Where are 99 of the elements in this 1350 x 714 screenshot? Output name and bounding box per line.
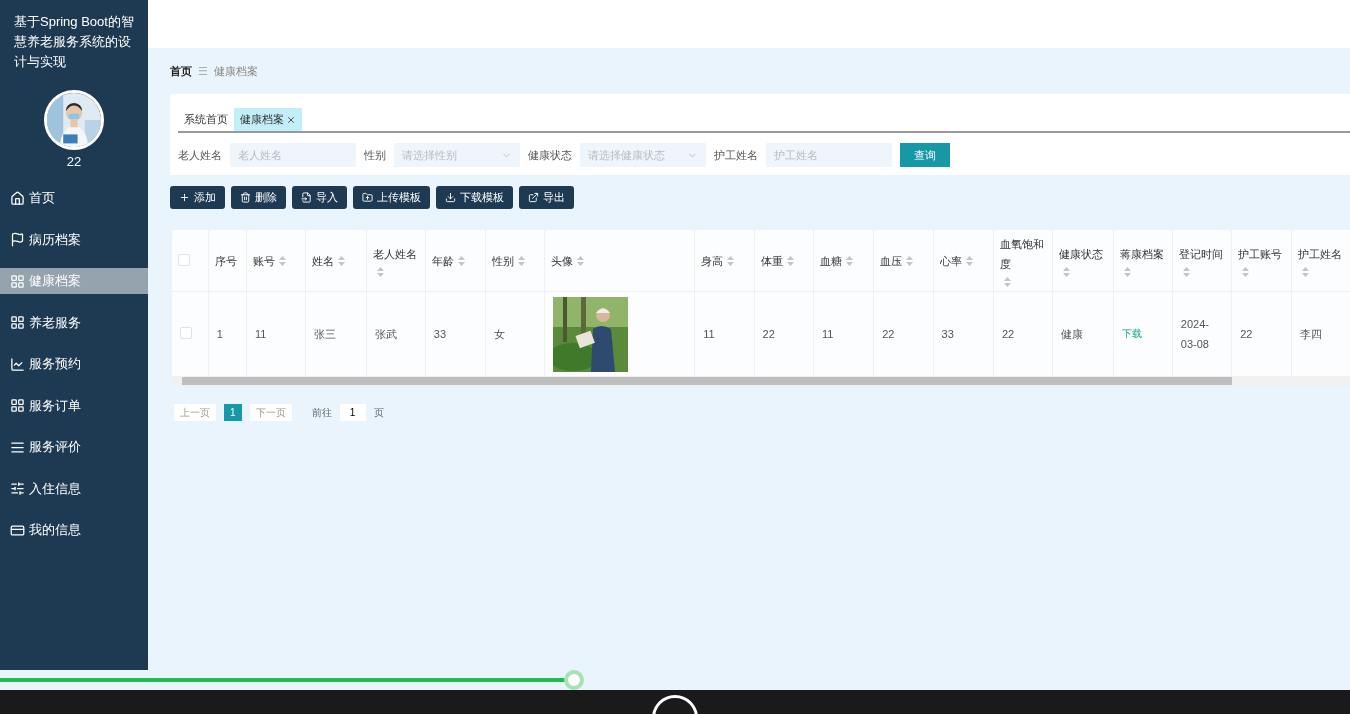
- username: 22: [66, 154, 82, 169]
- sort-icon[interactable]: [965, 255, 973, 266]
- plus-icon: [179, 192, 190, 203]
- sort-icon[interactable]: [577, 255, 585, 266]
- page-input[interactable]: 1: [339, 404, 366, 421]
- list-icon: [10, 439, 25, 455]
- breadcrumb-separator: ☰: [198, 65, 208, 78]
- table-cell: 女: [494, 328, 506, 340]
- home-icon: [10, 190, 25, 206]
- page-suffix: 页: [373, 405, 384, 420]
- column-header: 账号: [252, 253, 275, 269]
- import-icon: [301, 192, 312, 203]
- filter-label: 健康状态: [528, 147, 572, 163]
- sidebar-item[interactable]: 服务评价: [0, 434, 148, 460]
- app-title: 基于Spring Boot的智慧养老服务系统的设计与实现: [13, 13, 135, 71]
- sidebar-item[interactable]: 我的信息: [0, 517, 148, 543]
- column-header: 血糖: [819, 253, 842, 269]
- column-header: 血氧饱和度: [999, 237, 1045, 273]
- table-cell: 1: [216, 328, 223, 340]
- column-header: 身高: [701, 253, 724, 269]
- sort-icon[interactable]: [278, 255, 286, 266]
- column-header: 老人姓名: [372, 247, 417, 263]
- sidebar-item[interactable]: 养老服务: [0, 309, 148, 336]
- table-cell: 张武: [374, 328, 397, 340]
- card-icon: [10, 522, 25, 538]
- column-header: 序号: [214, 253, 237, 269]
- sort-icon[interactable]: [338, 255, 346, 266]
- tab[interactable]: 系统首页: [178, 108, 234, 131]
- sort-icon[interactable]: [1242, 266, 1250, 277]
- download-icon: [445, 192, 456, 203]
- grid-icon: [10, 273, 25, 289]
- sort-icon[interactable]: [457, 255, 465, 266]
- export-icon: [528, 192, 539, 203]
- action-button[interactable]: 导入: [292, 186, 347, 209]
- table-cell: 健康: [1061, 328, 1084, 340]
- scrollbar[interactable]: [172, 376, 1350, 386]
- action-button[interactable]: 删除: [231, 186, 286, 209]
- column-header: 性别: [492, 253, 515, 269]
- table-cell: 22: [1001, 328, 1015, 340]
- filter-label: 护工姓名: [714, 147, 758, 163]
- sidebar-item[interactable]: 服务订单: [0, 392, 148, 419]
- sort-icon[interactable]: [376, 266, 384, 277]
- column-header: 登记时间: [1178, 247, 1223, 263]
- column-header: 血压: [880, 253, 903, 269]
- table-cell: 22: [762, 328, 775, 340]
- chart-icon: [10, 356, 25, 372]
- breadcrumb-current: 健康档案: [213, 64, 258, 79]
- breadcrumb-link[interactable]: 首页: [170, 64, 192, 79]
- action-button[interactable]: 上传模板: [353, 186, 430, 209]
- table-cell: 11: [703, 328, 715, 340]
- progress-handle[interactable]: [563, 670, 584, 690]
- sort-icon[interactable]: [1063, 266, 1071, 277]
- column-header: 姓名: [312, 253, 335, 269]
- sliders-icon: [10, 481, 25, 496]
- table-cell: 11: [821, 328, 834, 340]
- checkbox[interactable]: [178, 253, 190, 266]
- column-header: 体重: [760, 253, 783, 269]
- sort-icon[interactable]: [1123, 266, 1131, 277]
- sort-icon[interactable]: [906, 255, 914, 266]
- tab[interactable]: 健康档案: [234, 108, 302, 131]
- sidebar-item[interactable]: 服务预约: [0, 351, 148, 377]
- checkbox[interactable]: [180, 327, 192, 339]
- table-cell: 2024-03-08: [1180, 318, 1209, 350]
- table-cell: 李四: [1300, 328, 1323, 340]
- action-button[interactable]: 下载模板: [436, 186, 513, 209]
- close-icon[interactable]: [286, 114, 296, 125]
- folder-icon: [362, 192, 373, 203]
- table-cell: 张三: [314, 328, 337, 340]
- sort-icon[interactable]: [1003, 276, 1011, 287]
- grid-icon: [10, 398, 25, 413]
- column-header: 健康状态: [1059, 247, 1104, 263]
- filter-label: 性别: [364, 147, 386, 163]
- sidebar-item[interactable]: 首页: [0, 185, 148, 211]
- sort-icon[interactable]: [1302, 266, 1310, 277]
- action-button[interactable]: 导出: [519, 186, 574, 209]
- column-header: 心率: [939, 253, 962, 269]
- table-cell: 22: [1240, 328, 1253, 340]
- goto-label: 前往: [311, 405, 332, 420]
- grid-icon: [10, 315, 25, 330]
- sidebar-item[interactable]: 入住信息: [0, 475, 148, 502]
- sort-icon[interactable]: [518, 255, 526, 266]
- sort-icon[interactable]: [727, 255, 735, 266]
- table-cell: 11: [254, 328, 267, 340]
- filter-label: 老人姓名: [178, 147, 222, 163]
- table-cell: 33: [433, 328, 447, 340]
- sort-icon[interactable]: [845, 255, 853, 266]
- column-header: 蒋康档案: [1119, 247, 1164, 263]
- table-cell: 22: [882, 328, 895, 340]
- table-cell: 33: [941, 328, 954, 340]
- sidebar-item[interactable]: 病历档案: [0, 226, 148, 253]
- action-button[interactable]: 添加: [170, 186, 225, 209]
- column-header: 护工账号: [1238, 247, 1283, 263]
- column-header: 护工姓名: [1298, 247, 1343, 263]
- column-header: 年龄: [431, 253, 454, 269]
- flag-icon: [10, 232, 25, 247]
- trash-icon: [240, 192, 251, 203]
- column-header: 头像: [551, 253, 574, 269]
- sort-icon[interactable]: [786, 255, 794, 266]
- sort-icon[interactable]: [1182, 266, 1190, 277]
